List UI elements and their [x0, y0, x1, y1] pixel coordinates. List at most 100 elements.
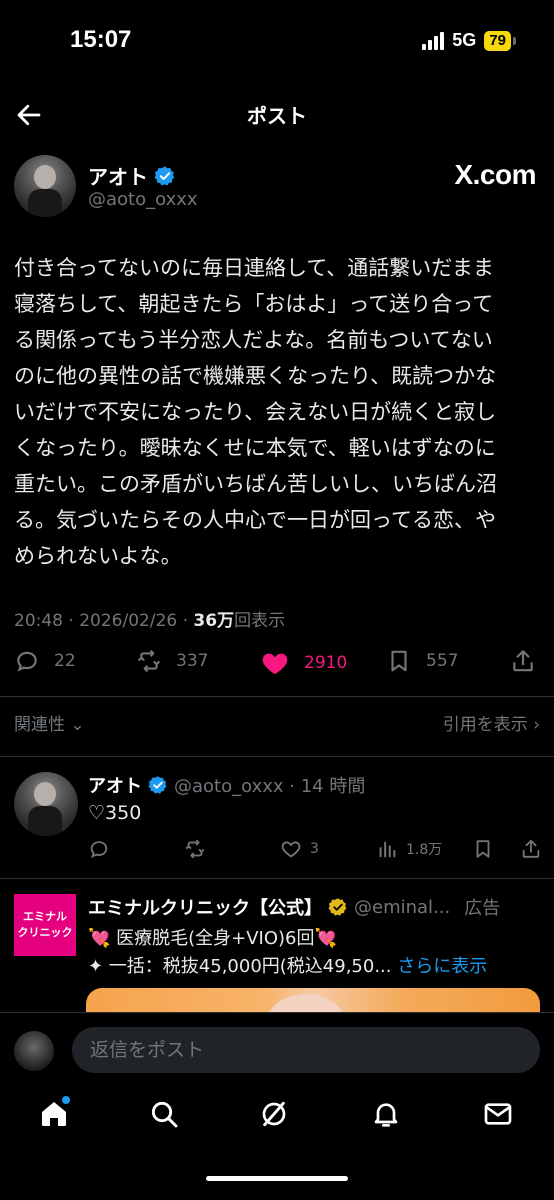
reply-author-name[interactable]: アオト: [88, 772, 142, 798]
mail-icon: [484, 1103, 512, 1125]
show-more-link[interactable]: さらに表示: [397, 956, 487, 977]
repost-button[interactable]: 337: [136, 648, 208, 674]
view-quotes-link[interactable]: 引用を表示 ›: [443, 710, 540, 735]
comment-icon: [17, 651, 37, 672]
reply-button[interactable]: 22: [14, 648, 76, 674]
repost-count: 337: [176, 651, 209, 671]
analytics-icon: [379, 841, 396, 858]
reply-bookmark-button[interactable]: [472, 838, 494, 860]
author-name: アオト: [88, 165, 148, 189]
notification-dot: [62, 1096, 70, 1104]
verified-badge-icon: [148, 776, 167, 794]
signal-icon: [422, 31, 445, 50]
status-time: 15:07: [70, 26, 132, 53]
bookmark-icon: [476, 840, 490, 858]
ad-text-line: 💘 医療脱毛(全身+VIO)6回💘: [88, 928, 337, 949]
post-time: 20:48: [14, 611, 63, 631]
reply-actions: 3 1.8万: [88, 838, 540, 864]
author-handle[interactable]: @aoto_oxxx: [88, 189, 198, 210]
reply-like-button[interactable]: 3: [280, 838, 319, 860]
grok-icon: [262, 1101, 286, 1127]
reply-post[interactable]: アオト @aoto_oxxx · 14 時間 ♡350 3 1.8万: [14, 772, 540, 872]
post-meta: 20:48 · 2026/02/26 · 36万回表示: [14, 611, 286, 631]
verified-gold-badge-icon: [328, 898, 347, 916]
reply-share-button[interactable]: [520, 838, 542, 860]
ad-label: 広告: [464, 898, 501, 919]
post-line: いだけで不安になったり、会えない日が続くと寂し: [14, 400, 497, 424]
tab-home[interactable]: [38, 1096, 74, 1134]
advertiser-name[interactable]: エミナルクリニック【公式】: [88, 894, 322, 920]
author-name-row[interactable]: アオト: [88, 161, 176, 190]
nav-header: ポスト: [0, 90, 554, 140]
logo-text: クリニック: [17, 926, 73, 939]
views-count[interactable]: 36万: [193, 611, 234, 631]
ad-text: ✦ 一括：税抜45,000円(税込49,50...: [88, 956, 392, 977]
logo-text: エミナル: [23, 910, 67, 923]
reply-header: アオト @aoto_oxxx · 14 時間: [88, 772, 365, 798]
reply-like-count: 3: [310, 841, 319, 857]
verified-badge-icon: [154, 165, 175, 186]
relevance-dropdown[interactable]: 関連性 ⌄: [14, 710, 85, 735]
post-text: 付き合ってないのに毎日連絡して、通話繋いだまま 寝落ちして、朝起きたら「おはよ」…: [14, 250, 542, 574]
post-line: められないよな。: [14, 544, 182, 568]
battery-level: 79: [484, 30, 511, 51]
relevance-label: 関連性: [14, 715, 65, 735]
reply-compose-bar: [0, 1012, 554, 1088]
post-line: のに他の異性の話で機嫌悪くなったり、既読つかな: [14, 364, 497, 388]
reply-count: 22: [54, 651, 76, 671]
post-line: 付き合ってないのに毎日連絡して、通話繋いだまま: [14, 256, 494, 280]
divider: [0, 696, 554, 697]
avatar: [14, 1031, 54, 1071]
status-bar: 15:07 5G 79: [0, 0, 554, 80]
tab-notifications[interactable]: [370, 1098, 406, 1134]
reply-sort-row: 関連性 ⌄ 引用を表示 ›: [14, 710, 540, 736]
avatar[interactable]: [14, 772, 78, 836]
battery-icon: 79: [484, 30, 516, 51]
status-indicators: 5G 79: [422, 30, 516, 51]
comment-icon: [90, 841, 108, 859]
tab-search[interactable]: [148, 1098, 184, 1134]
reply-view-count: 1.8万: [406, 842, 443, 858]
like-button[interactable]: 2910: [260, 648, 347, 678]
post-actions: 22 337 2910 557: [14, 648, 540, 684]
home-indicator: [206, 1176, 348, 1181]
like-count: 2910: [304, 653, 348, 673]
bookmark-icon: [391, 650, 407, 672]
tab-messages[interactable]: [482, 1098, 518, 1134]
share-icon: [522, 839, 540, 858]
network-type: 5G: [452, 30, 477, 50]
reply-views-button[interactable]: 1.8万: [376, 838, 442, 860]
views-label[interactable]: 回表示: [234, 611, 285, 631]
share-icon: [513, 650, 533, 672]
post-line: 寝落ちして、朝起きたら「おはよ」って送り合って: [14, 292, 494, 316]
bell-icon: [374, 1103, 398, 1127]
post-line: くなったり。曖昧なくせに本気で、軽いはずなのに: [14, 436, 496, 460]
tab-grok[interactable]: [258, 1098, 294, 1134]
bookmark-button[interactable]: 557: [386, 648, 458, 674]
search-icon: [151, 1101, 178, 1128]
repost-icon: [185, 839, 205, 859]
post-author: アオト @aoto_oxxx X.com: [14, 155, 540, 219]
heart-filled-icon: [262, 653, 288, 675]
reply-text: ♡350: [88, 802, 142, 824]
divider: [0, 756, 554, 757]
chevron-right-icon: ›: [533, 715, 540, 735]
promoted-post[interactable]: エミナル クリニック エミナルクリニック【公式】 @eminal... 広告 💘…: [14, 894, 540, 1028]
advertiser-logo[interactable]: エミナル クリニック: [14, 894, 76, 956]
post-line: る関係ってもう半分恋人だよな。名前もついてない: [14, 328, 493, 352]
reply-handle-time: @aoto_oxxx · 14 時間: [174, 776, 366, 797]
source-label: X.com: [454, 159, 536, 190]
post-date: 2026/02/26: [79, 611, 178, 631]
post-line: る。気づいたらその人中心で一日が回ってる恋、や: [14, 508, 496, 532]
reply-comment-button[interactable]: [88, 838, 110, 860]
repost-icon: [138, 650, 160, 672]
reply-repost-button[interactable]: [184, 838, 206, 860]
reply-input[interactable]: [72, 1027, 540, 1073]
divider: [0, 878, 554, 879]
page-title: ポスト: [247, 104, 307, 128]
advertiser-handle: @eminal...: [354, 896, 451, 918]
avatar[interactable]: [14, 155, 76, 217]
share-button[interactable]: [510, 648, 536, 674]
bottom-tab-bar: [0, 1088, 554, 1148]
chevron-down-icon: ⌄: [70, 715, 85, 735]
